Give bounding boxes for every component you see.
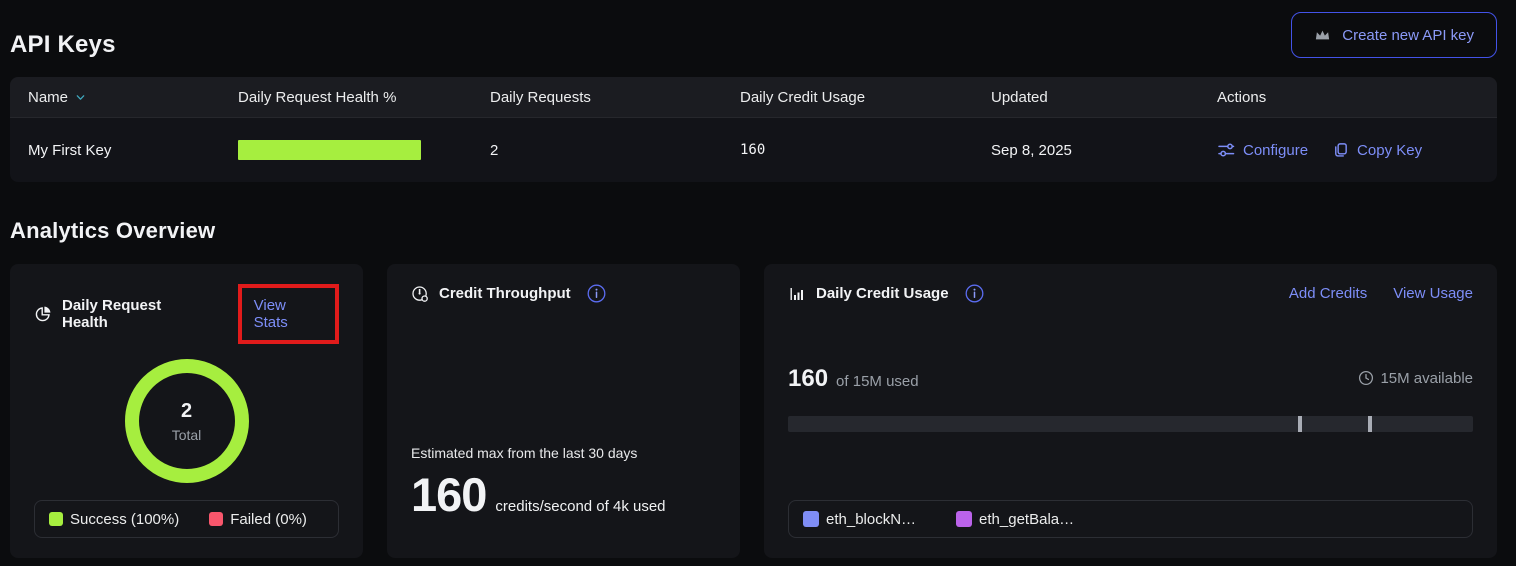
page-header: API Keys Create new API key	[10, 0, 1497, 72]
table-header-row: Name Daily Request Health % Daily Reques…	[10, 77, 1497, 117]
throughput-unit: credits/second of 4k used	[495, 498, 665, 515]
daily-request-health-title: Daily Request Health	[62, 297, 209, 331]
daily-requests-cell: 2	[472, 142, 722, 159]
progress-marker	[1298, 416, 1302, 432]
eth-blocknumber-label: eth_blockN…	[826, 511, 916, 528]
throughput-subtitle: Estimated max from the last 30 days	[411, 445, 716, 461]
health-bar	[238, 140, 421, 160]
view-usage-link[interactable]: View Usage	[1393, 285, 1473, 302]
usage-legend: eth_blockN… eth_getBala…	[788, 500, 1473, 538]
daily-request-health-card: Daily Request Health View Stats 2 Total …	[10, 264, 363, 558]
add-credits-link[interactable]: Add Credits	[1289, 285, 1367, 302]
usage-used-label: of 15M used	[836, 373, 919, 390]
health-bar-cell	[220, 140, 472, 160]
daily-credit-usage-header: Daily Credit Usage Add Credits View Usag…	[788, 284, 1473, 303]
failed-swatch	[209, 512, 223, 526]
success-swatch	[49, 512, 63, 526]
usage-header-links: Add Credits View Usage	[1289, 285, 1473, 302]
key-name-cell: My First Key	[10, 142, 220, 159]
analytics-cards: Daily Request Health View Stats 2 Total …	[10, 264, 1497, 558]
throughput-value-line: 160 credits/second of 4k used	[411, 467, 716, 538]
copy-key-label: Copy Key	[1357, 142, 1422, 159]
usage-used-value: 160	[788, 365, 828, 393]
sort-chevron-icon[interactable]	[75, 92, 86, 103]
column-header-credit-usage: Daily Credit Usage	[722, 89, 973, 106]
create-api-key-label: Create new API key	[1342, 27, 1474, 44]
column-header-actions: Actions	[1199, 89, 1497, 106]
updated-cell: Sep 8, 2025	[973, 142, 1199, 159]
column-header-health: Daily Request Health %	[220, 89, 472, 106]
section-title: Analytics Overview	[10, 218, 1497, 244]
daily-credit-usage-cell: 160	[722, 142, 973, 158]
eth-getbalance-swatch	[956, 511, 972, 527]
donut-total-label: Total	[172, 427, 202, 443]
failed-label: Failed (0%)	[230, 511, 307, 528]
gauge-icon	[411, 285, 429, 303]
clock-icon	[1358, 370, 1374, 386]
daily-credit-usage-title: Daily Credit Usage	[816, 285, 949, 302]
api-keys-table: Name Daily Request Health % Daily Reques…	[10, 77, 1497, 182]
configure-label: Configure	[1243, 142, 1308, 159]
view-stats-link[interactable]: View Stats	[254, 297, 288, 331]
usage-summary-row: 160 of 15M used 15M available	[788, 365, 1473, 393]
crown-icon	[1314, 28, 1331, 42]
legend-item-eth-getbalance: eth_getBala…	[956, 511, 1074, 528]
info-icon[interactable]	[965, 284, 984, 303]
request-health-donut-chart: 2 Total	[124, 358, 250, 484]
bar-chart-icon	[788, 285, 806, 303]
actions-cell: Configure Copy Key	[1199, 141, 1497, 159]
pie-chart-icon	[34, 305, 52, 323]
health-legend: Success (100%) Failed (0%)	[34, 500, 339, 538]
daily-credit-usage-card: Daily Credit Usage Add Credits View Usag…	[764, 264, 1497, 558]
info-icon[interactable]	[587, 284, 606, 303]
create-api-key-button[interactable]: Create new API key	[1291, 12, 1497, 58]
credit-usage-progress-bar	[788, 416, 1473, 432]
health-bar-fill	[238, 140, 421, 160]
eth-getbalance-label: eth_getBala…	[979, 511, 1074, 528]
usage-available: 15M available	[1358, 370, 1473, 387]
donut-total-value: 2	[181, 400, 192, 423]
column-header-name[interactable]: Name	[10, 89, 220, 106]
eth-blocknumber-swatch	[803, 511, 819, 527]
copy-key-link[interactable]: Copy Key	[1332, 141, 1422, 159]
credit-throughput-card: Credit Throughput Estimated max from the…	[387, 264, 740, 558]
throughput-value: 160	[411, 467, 486, 522]
annotation-highlight-box: View Stats	[238, 284, 339, 344]
usage-available-label: 15M available	[1380, 370, 1473, 387]
column-header-updated: Updated	[973, 89, 1199, 106]
legend-item-failed: Failed (0%)	[209, 511, 307, 528]
sliders-icon	[1217, 141, 1235, 159]
legend-item-eth-blocknumber: eth_blockN…	[803, 511, 916, 528]
column-header-requests: Daily Requests	[472, 89, 722, 106]
progress-marker	[1368, 416, 1372, 432]
success-label: Success (100%)	[70, 511, 179, 528]
copy-icon	[1332, 141, 1349, 159]
page-title: API Keys	[10, 0, 1497, 59]
credit-throughput-header: Credit Throughput	[411, 284, 716, 303]
table-row: My First Key 2 160 Sep 8, 2025 Conf	[10, 117, 1497, 182]
dashboard-page: API Keys Create new API key Name Daily R…	[0, 0, 1516, 558]
daily-request-health-header: Daily Request Health View Stats	[34, 284, 339, 344]
credit-throughput-title: Credit Throughput	[439, 285, 571, 302]
donut-center: 2 Total	[124, 358, 250, 484]
legend-item-success: Success (100%)	[49, 511, 179, 528]
configure-link[interactable]: Configure	[1217, 141, 1308, 159]
